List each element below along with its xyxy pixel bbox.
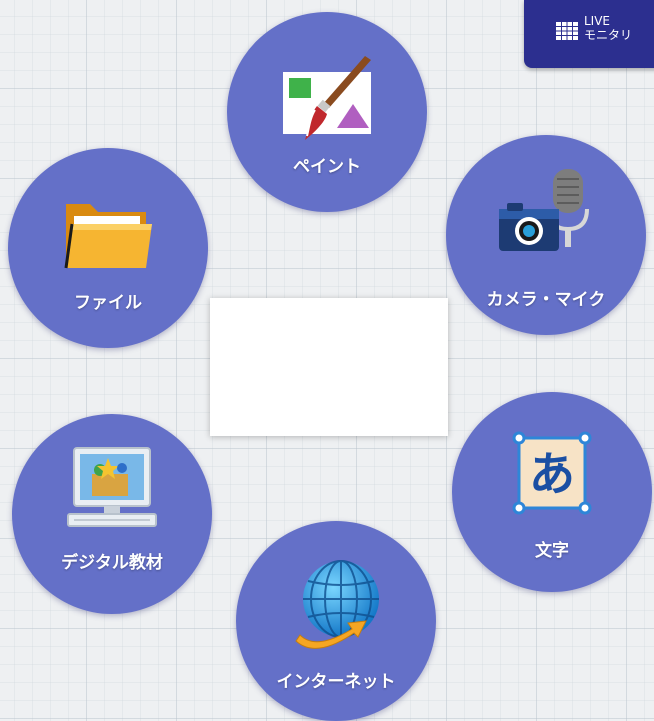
moji-glyph: あ [529,447,575,501]
menu-digital-materials-label: デジタル教材 [61,553,163,573]
menu-camera-mic-label: カメラ・マイク [486,290,606,310]
live-monitor-label: LIVE モニタリ [584,14,632,42]
live-label-line2: モニタリ [584,28,633,42]
menu-paint-button[interactable]: ペイント [227,12,427,212]
folder-icon [64,204,152,269]
center-panel [210,298,448,436]
camera-mic-icon [499,169,589,251]
live-monitor-button[interactable]: LIVE モニタリ [524,0,654,68]
menu-digital-materials-button[interactable]: デジタル教材 [12,414,212,614]
menu-camera-mic-button[interactable]: カメラ・マイク [446,135,646,335]
menu-moji-button[interactable]: あ 文字 [452,392,652,592]
menu-moji-label: 文字 [535,541,569,561]
menu-file-label: ファイル [74,293,142,313]
paint-brush-icon [283,56,371,140]
menu-paint-label: ペイント [293,157,361,177]
computer-icon [67,447,157,527]
character-a-icon: あ [512,431,592,515]
live-label-line1: LIVE [584,14,611,28]
grid-icon [556,22,578,40]
menu-file-button[interactable]: ファイル [8,148,208,348]
globe-icon [295,560,379,649]
menu-internet-button[interactable]: インターネット [236,521,436,721]
menu-internet-label: インターネット [276,672,396,692]
